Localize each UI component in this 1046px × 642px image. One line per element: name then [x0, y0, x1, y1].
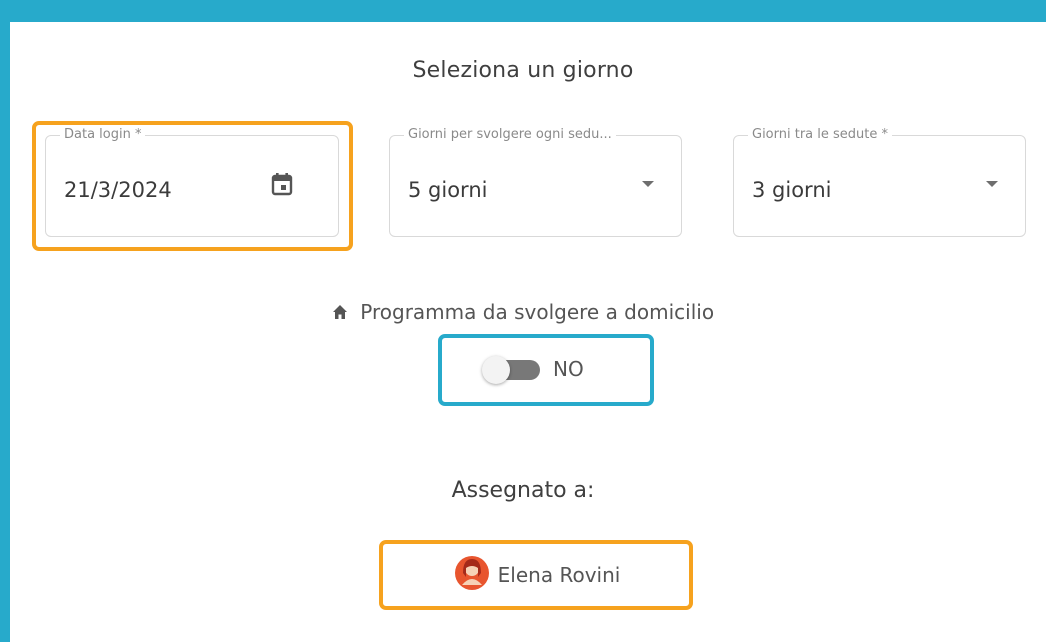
assigned-label: Assegnato a: — [451, 478, 595, 503]
days-per-session-select[interactable]: Giorni per svolgere ogni sedu... 5 giorn… — [389, 127, 682, 237]
toggle-highlight — [438, 334, 654, 406]
home-program-row: Programma da svolgere a domicilio — [0, 300, 1046, 324]
days-between-label: Giorni tra le sedute * — [748, 127, 893, 142]
home-program-label: Programma da svolgere a domicilio — [360, 300, 715, 324]
chevron-down-icon[interactable] — [986, 181, 998, 187]
days-per-session-label: Giorni per svolgere ogni sedu... — [404, 127, 616, 142]
home-icon — [332, 300, 360, 324]
days-per-session-value: 5 giorni — [408, 178, 488, 202]
assigned-user-highlight — [379, 540, 693, 610]
days-between-select[interactable]: Giorni tra le sedute * 3 giorni — [733, 127, 1026, 237]
page-title: Seleziona un giorno — [412, 58, 634, 83]
days-between-value: 3 giorni — [752, 178, 832, 202]
login-date-highlight — [32, 121, 353, 251]
chevron-down-icon[interactable] — [642, 181, 654, 187]
